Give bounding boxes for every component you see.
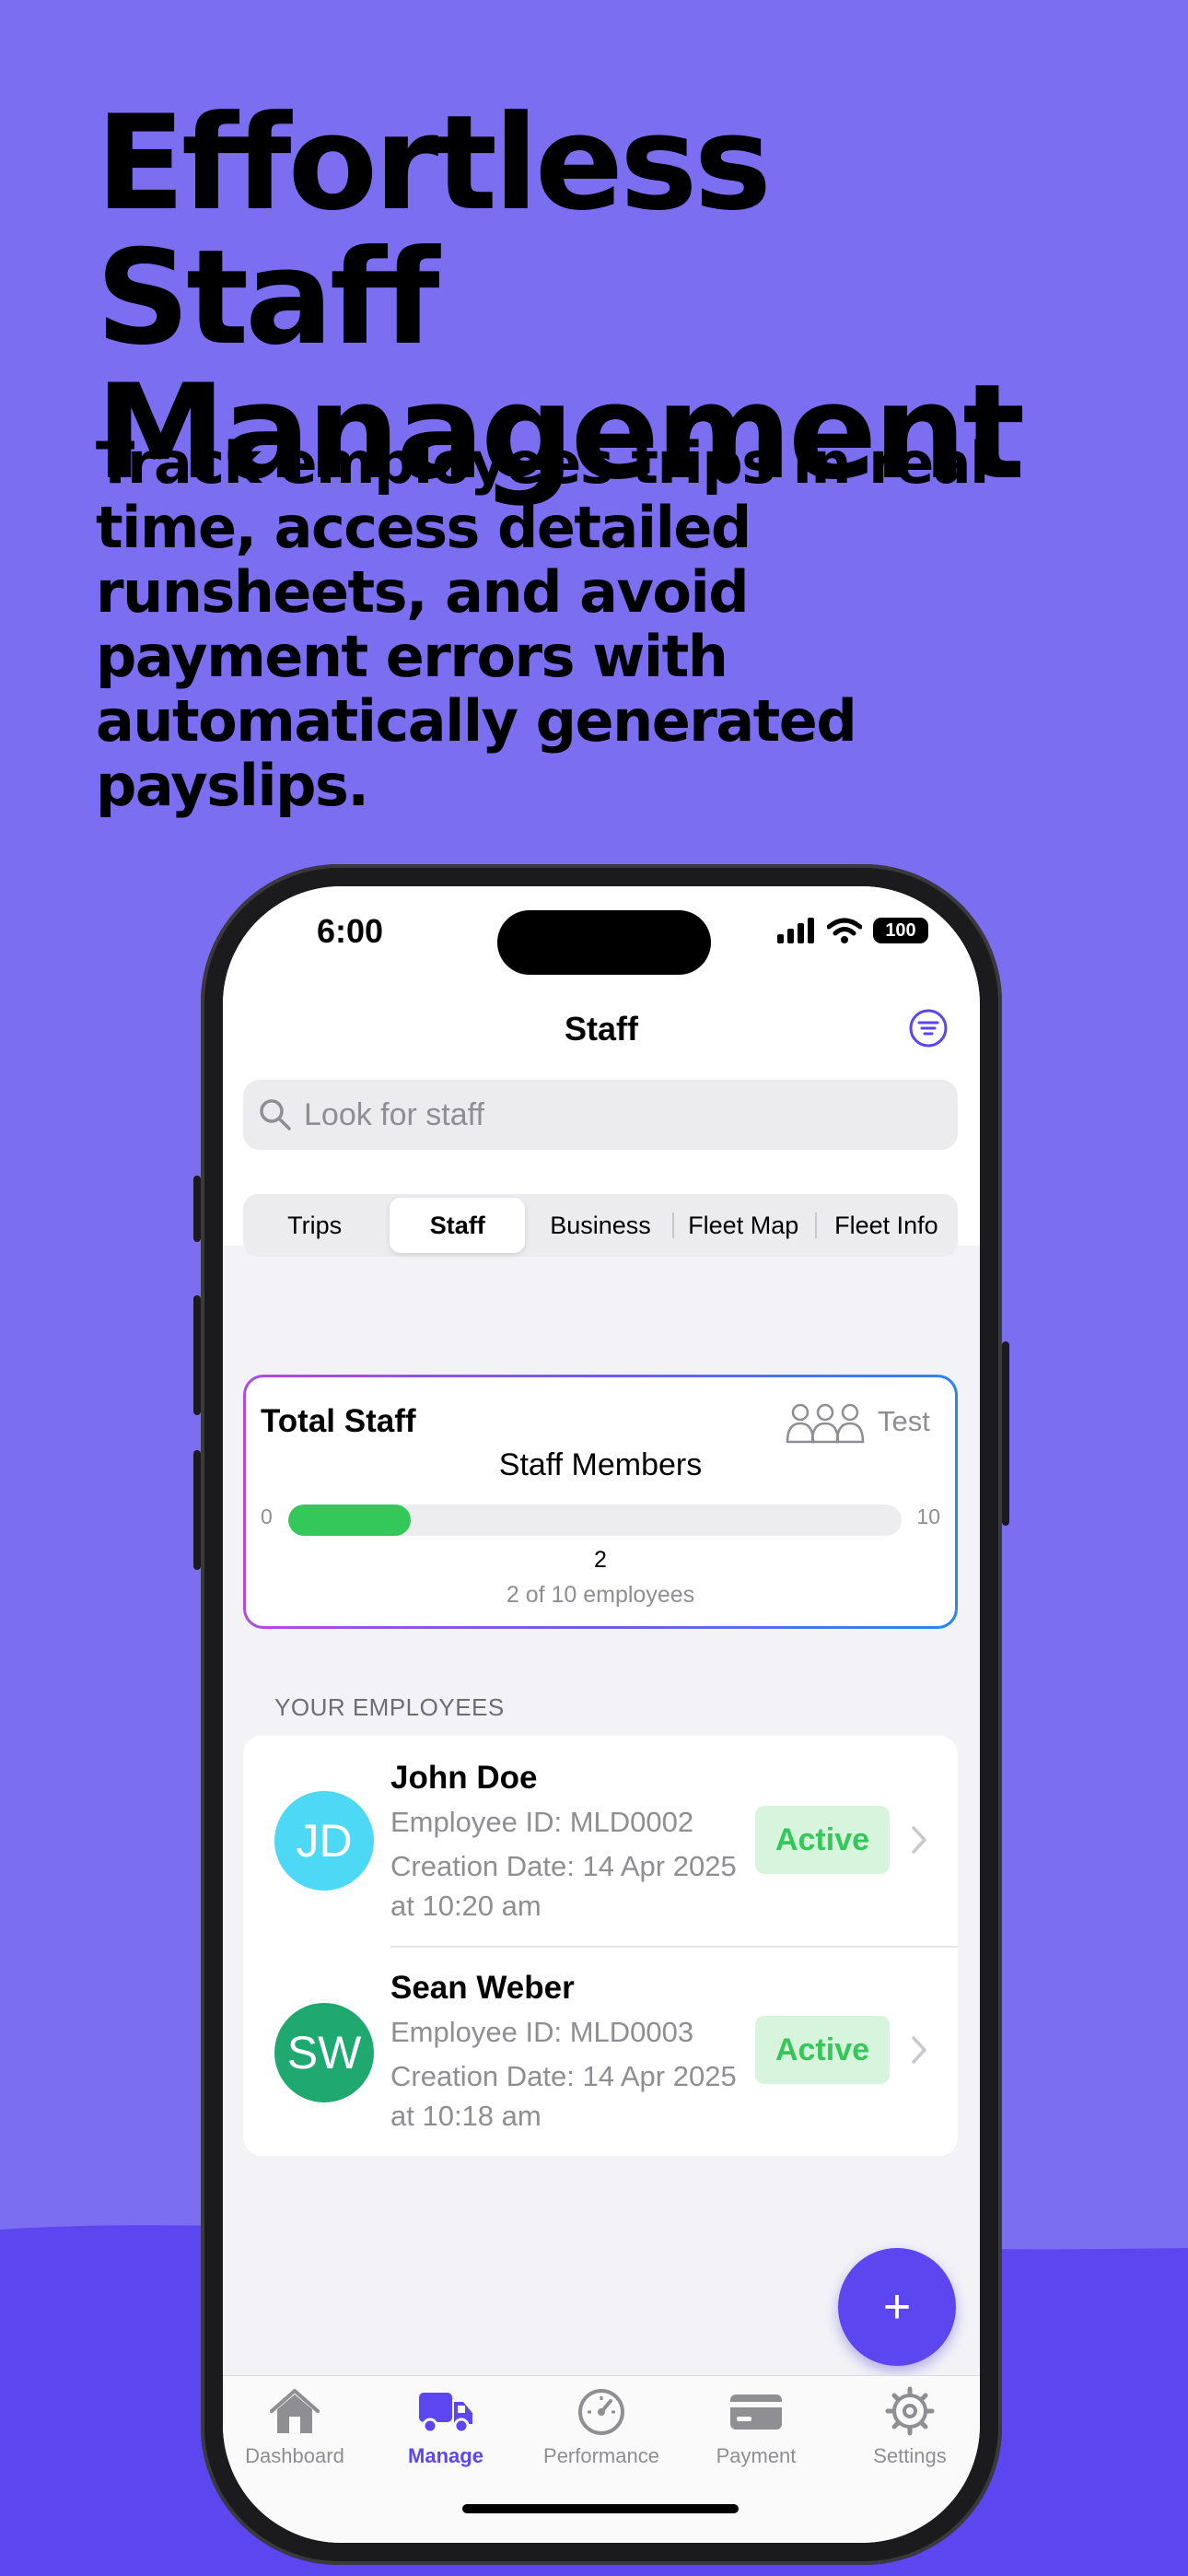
employees-section-label: YOUR EMPLOYEES xyxy=(274,1693,505,1721)
phone-action-button xyxy=(193,1176,201,1242)
staff-count: 2 xyxy=(594,1547,607,1573)
card-subtitle: Staff Members xyxy=(498,1447,703,1482)
search-icon xyxy=(260,1099,291,1130)
status-time: 6:00 xyxy=(317,912,384,950)
tab-label: Dashboard xyxy=(245,2444,344,2467)
employee-row[interactable]: SW Sean Weber Employee ID: MLD0003 Creat… xyxy=(243,1946,958,2156)
segment-fleet-info[interactable]: Fleet Info xyxy=(814,1198,954,1253)
tab-label: Manage xyxy=(408,2444,483,2467)
tab-manage[interactable]: Manage xyxy=(370,2385,521,2468)
status-badge: Active xyxy=(755,2016,890,2084)
progress-min-label: 0 xyxy=(261,1505,273,1528)
tab-payment[interactable]: Payment xyxy=(681,2385,832,2468)
chevron-right-icon xyxy=(912,1826,926,1854)
marketing-subline: Track employees trips in real-time, acce… xyxy=(96,429,1012,819)
dynamic-island xyxy=(497,910,711,975)
truck-icon xyxy=(419,2393,472,2434)
avatar: JD xyxy=(274,1791,374,1891)
employee-row[interactable]: JD John Doe Employee ID: MLD0002 Creatio… xyxy=(243,1736,958,1946)
segment-fleet-map[interactable]: Fleet Map xyxy=(671,1198,811,1253)
add-employee-button[interactable]: + xyxy=(838,2248,956,2366)
page-title: Staff xyxy=(565,1010,638,1048)
header-section: Staff Look for staff Trips Staff Busines… xyxy=(223,988,980,1257)
phone-power-button xyxy=(1002,1341,1009,1526)
staff-count-caption: 2 of 10 employees xyxy=(506,1582,695,1608)
wifi-icon xyxy=(827,918,862,943)
status-badge: Active xyxy=(755,1806,890,1874)
tab-bar: Dashboard Manage Performance Payment Set… xyxy=(223,2375,980,2543)
app-screen: 6:00 100 Staff Look for staff Trips Staf… xyxy=(223,886,980,2543)
card-title: Total Staff xyxy=(261,1403,416,1439)
chevron-right-icon xyxy=(912,2036,926,2064)
card-icon xyxy=(730,2395,782,2430)
segment-staff[interactable]: Staff xyxy=(390,1198,526,1253)
status-bar: 6:00 100 xyxy=(223,886,980,988)
battery-icon: 100 xyxy=(873,918,928,943)
total-staff-card: Total Staff Test Staff Members 0 10 2 2 … xyxy=(243,1375,958,1629)
employee-creation-date: Creation Date: 14 Apr 2025 at 10:20 am xyxy=(390,1850,737,1922)
people-icon xyxy=(786,1403,865,1444)
tab-label: Payment xyxy=(716,2444,797,2467)
total-staff-card-body: Total Staff Test Staff Members 0 10 2 2 … xyxy=(246,1377,955,1626)
phone-volume-down-button xyxy=(193,1450,201,1570)
employee-creation-date: Creation Date: 14 Apr 2025 at 10:18 am xyxy=(390,2060,737,2132)
segmented-control: Trips Staff Business Fleet Map Fleet Inf… xyxy=(243,1194,958,1257)
home-indicator xyxy=(462,2504,739,2513)
employee-name: Sean Weber xyxy=(390,1970,575,2006)
employee-id: Employee ID: MLD0002 xyxy=(390,1806,694,1838)
phone-volume-up-button xyxy=(193,1295,201,1415)
segment-business[interactable]: Business xyxy=(532,1198,668,1253)
gauge-icon xyxy=(578,2389,624,2435)
filter-icon[interactable] xyxy=(908,1008,949,1048)
tab-settings[interactable]: Settings xyxy=(834,2385,980,2468)
status-icons: 100 xyxy=(777,918,928,943)
tab-label: Settings xyxy=(873,2444,947,2467)
tab-label: Performance xyxy=(543,2444,659,2467)
tab-dashboard[interactable]: Dashboard xyxy=(223,2385,370,2468)
employee-id: Employee ID: MLD0003 xyxy=(390,2016,694,2048)
employee-list: JD John Doe Employee ID: MLD0002 Creatio… xyxy=(243,1736,958,2156)
gear-icon xyxy=(885,2386,935,2436)
search-input-placeholder[interactable]: Look for staff xyxy=(304,1097,484,1133)
progress-max-label: 10 xyxy=(916,1505,940,1528)
card-tag: Test xyxy=(878,1405,930,1437)
phone-frame: 6:00 100 Staff Look for staff Trips Staf… xyxy=(193,864,1009,2565)
house-icon xyxy=(270,2389,320,2433)
search-field[interactable]: Look for staff xyxy=(243,1080,958,1150)
signal-icon xyxy=(777,918,814,943)
staff-progress-fill xyxy=(288,1505,412,1536)
segment-trips[interactable]: Trips xyxy=(247,1198,382,1253)
tab-performance[interactable]: Performance xyxy=(526,2385,677,2468)
avatar: SW xyxy=(274,2003,374,2102)
staff-progress-bar xyxy=(288,1505,902,1536)
employee-name: John Doe xyxy=(390,1760,538,1796)
